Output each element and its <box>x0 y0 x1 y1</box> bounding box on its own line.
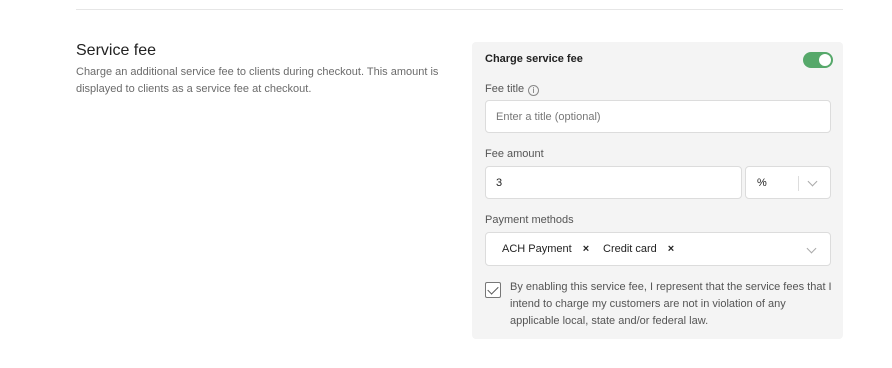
consent-text: By enabling this service fee, I represen… <box>510 281 832 327</box>
fee-unit-select[interactable]: % <box>745 166 831 199</box>
payment-methods-label: Payment methods <box>485 214 574 226</box>
section-divider <box>76 9 843 10</box>
charge-service-fee-toggle[interactable] <box>803 52 833 68</box>
payment-method-tag: Credit card × <box>603 238 674 260</box>
checkmark-icon <box>487 283 499 295</box>
fee-amount-value: 3 <box>496 176 503 189</box>
payment-methods-select[interactable]: ACH Payment × Credit card × <box>485 232 831 266</box>
toggle-knob <box>819 54 831 66</box>
payment-method-tag: ACH Payment × <box>502 238 589 260</box>
fee-title-placeholder: Enter a title (optional) <box>496 110 601 123</box>
consent-checkbox[interactable] <box>485 282 501 298</box>
service-fee-panel: Charge service fee Fee title i Enter a ti… <box>472 42 843 339</box>
section-description: Charge an additional service fee to clie… <box>76 66 439 95</box>
remove-tag-icon[interactable]: × <box>668 243 674 255</box>
select-separator <box>798 176 799 191</box>
tag-label: ACH Payment <box>502 243 572 255</box>
chevron-down-icon[interactable] <box>806 243 817 254</box>
fee-title-label-text: Fee title <box>485 83 525 95</box>
chevron-down-icon <box>807 176 818 187</box>
info-icon[interactable]: i <box>528 85 540 96</box>
charge-service-fee-label: Charge service fee <box>485 53 583 65</box>
fee-title-label: Fee title i <box>485 83 540 96</box>
tag-label: Credit card <box>603 243 657 255</box>
section-title: Service fee <box>76 42 157 59</box>
fee-title-input[interactable]: Enter a title (optional) <box>485 100 831 133</box>
fee-amount-input[interactable]: 3 <box>485 166 742 199</box>
remove-tag-icon[interactable]: × <box>583 243 589 255</box>
fee-unit-value: % <box>757 177 767 189</box>
fee-amount-label: Fee amount <box>485 148 544 160</box>
